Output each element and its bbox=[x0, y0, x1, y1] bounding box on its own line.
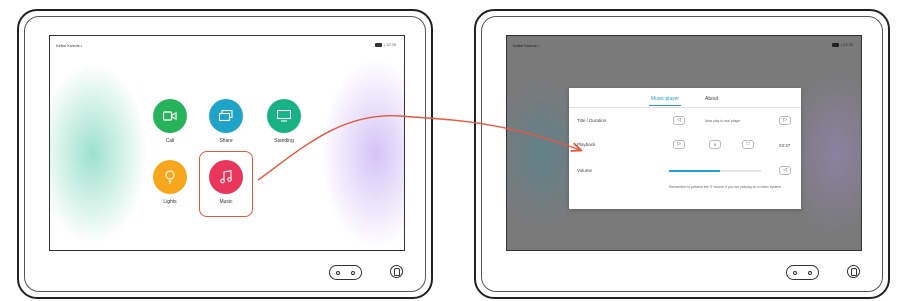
now-playing-text: Now play to mai player bbox=[705, 119, 741, 123]
volume-rocker[interactable] bbox=[786, 265, 819, 280]
tab-music-player[interactable]: Music player bbox=[651, 96, 679, 102]
volume-up-icon[interactable] bbox=[808, 270, 812, 275]
track-duration: 03:37 bbox=[779, 143, 791, 148]
share-tile[interactable]: Share bbox=[196, 99, 256, 144]
right-screen-music-player: Kefke Kosnts • | 12:35 Music player Abou… bbox=[506, 35, 862, 251]
volume-slider-fill bbox=[669, 170, 720, 172]
call-tile-label: Call bbox=[165, 138, 175, 144]
right-touch-panel-device: Kefke Kosnts • | 12:35 Music player Abou… bbox=[474, 9, 890, 299]
status-area: | 12:35 bbox=[374, 42, 396, 47]
standing-tile-circle[interactable] bbox=[267, 99, 301, 133]
call-tile-circle[interactable] bbox=[153, 99, 187, 133]
next-track-button[interactable]: ▷ bbox=[779, 116, 791, 125]
clock-time: | 12:35 bbox=[840, 42, 853, 47]
tab-divider bbox=[569, 107, 801, 108]
video-camera-icon bbox=[163, 111, 177, 121]
lights-tile[interactable]: Lights bbox=[140, 160, 200, 205]
title-duration-label: Title / Duration bbox=[577, 118, 607, 123]
volume-slider[interactable] bbox=[669, 170, 761, 172]
music-player-panel: Music player About Title / Duration ◁ No… bbox=[569, 88, 801, 209]
hint-text: Remember to present the IT source if you… bbox=[669, 185, 782, 189]
lightbulb-icon bbox=[165, 170, 175, 184]
monitor-icon bbox=[277, 110, 291, 122]
camera-status-icon bbox=[374, 42, 382, 47]
pause-button[interactable]: II bbox=[709, 140, 721, 149]
share-tile-label: Share bbox=[219, 138, 233, 144]
volume-label: Volume bbox=[577, 168, 593, 173]
play-button[interactable]: ▷ bbox=[673, 140, 685, 149]
standing-tile[interactable]: Standing bbox=[254, 99, 314, 144]
mute-microphone-button[interactable] bbox=[847, 265, 860, 278]
camera-status-icon bbox=[831, 42, 839, 47]
share-tile-circle[interactable] bbox=[209, 99, 243, 133]
volume-mute-button[interactable]: ◁ bbox=[779, 166, 791, 175]
screen-share-icon bbox=[219, 110, 233, 122]
left-touch-panel-device: Kefke Kosnts • | 12:35 Call Share Standi… bbox=[17, 9, 433, 299]
volume-down-icon[interactable] bbox=[793, 270, 797, 275]
music-tile-highlight bbox=[199, 151, 253, 217]
lights-tile-label: Lights bbox=[163, 199, 177, 205]
active-tab-underline bbox=[649, 105, 681, 106]
previous-track-button[interactable]: ◁ bbox=[673, 116, 685, 125]
screen-title: Kefke Kosnts • bbox=[56, 43, 83, 48]
stop-button[interactable]: □ bbox=[742, 140, 754, 149]
standing-tile-label: Standing bbox=[274, 138, 294, 144]
status-area: | 12:35 bbox=[831, 42, 853, 47]
screen-title: Kefke Kosnts • bbox=[513, 43, 540, 48]
volume-down-icon[interactable] bbox=[336, 270, 340, 275]
clock-time: | 12:35 bbox=[383, 42, 396, 47]
call-tile[interactable]: Call bbox=[140, 99, 200, 144]
left-screen-home: Kefke Kosnts • | 12:35 Call Share Standi… bbox=[49, 35, 405, 251]
volume-up-icon[interactable] bbox=[351, 270, 355, 275]
volume-rocker[interactable] bbox=[329, 265, 362, 280]
lights-tile-circle[interactable] bbox=[153, 160, 187, 194]
playback-label: Playback bbox=[577, 142, 596, 147]
mute-microphone-button[interactable] bbox=[390, 265, 403, 278]
tab-about[interactable]: About bbox=[705, 96, 718, 102]
